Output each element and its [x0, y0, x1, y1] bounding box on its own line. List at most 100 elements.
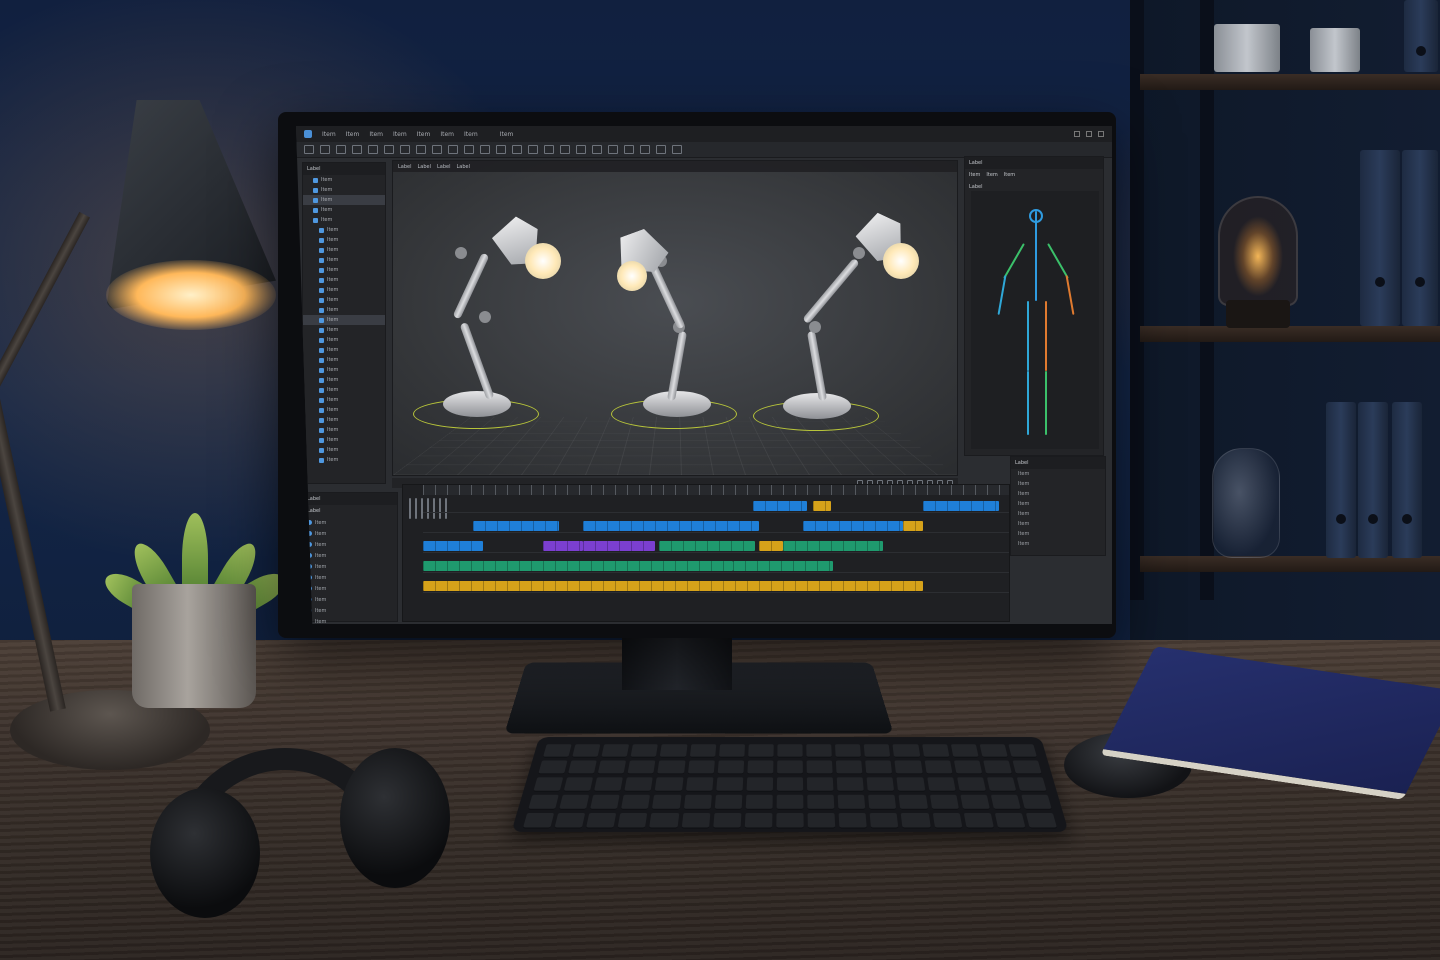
forearm-bone[interactable] — [998, 275, 1007, 315]
outliner-item[interactable]: Item — [303, 385, 385, 395]
outliner-item[interactable]: Item — [303, 415, 385, 425]
menu-item[interactable]: Item — [464, 131, 478, 138]
menu-item[interactable]: Item — [500, 131, 514, 138]
outliner-item[interactable]: Item — [303, 395, 385, 405]
toolbar-tool-icon[interactable] — [336, 145, 346, 154]
rig-tool[interactable]: Item — [1004, 172, 1015, 178]
layer-row[interactable]: Item — [303, 605, 397, 616]
skeleton-view[interactable] — [971, 191, 1099, 449]
timeline-track[interactable] — [423, 579, 1009, 593]
keyframe-clip[interactable] — [903, 521, 923, 531]
lamp-model[interactable] — [603, 221, 763, 451]
viewport-menu[interactable]: Label — [457, 164, 471, 170]
toolbar-tool-icon[interactable] — [416, 145, 426, 154]
menu-item[interactable]: Item — [346, 131, 360, 138]
maximize-button[interactable] — [1086, 131, 1092, 137]
keyframe-clip[interactable] — [659, 541, 755, 551]
toolbar-tool-icon[interactable] — [496, 145, 506, 154]
outliner-item[interactable]: Item — [303, 255, 385, 265]
toolbar-tool-icon[interactable] — [368, 145, 378, 154]
outliner-item[interactable]: Item — [303, 335, 385, 345]
shin-bone[interactable] — [1027, 371, 1029, 435]
spine-bone[interactable] — [1035, 211, 1037, 301]
viewport-menu[interactable]: Label — [398, 164, 412, 170]
outliner-item[interactable]: Item — [303, 285, 385, 295]
property-row[interactable]: Item — [1011, 509, 1105, 519]
toolbar-tool-icon[interactable] — [592, 145, 602, 154]
keyframe-clip[interactable] — [423, 561, 623, 571]
track-toggle-icon[interactable] — [415, 498, 417, 519]
keyframe-clip[interactable] — [473, 521, 559, 531]
toolbar-tool-icon[interactable] — [512, 145, 522, 154]
menu-item[interactable]: Item — [440, 131, 454, 138]
toolbar-tool-icon[interactable] — [448, 145, 458, 154]
keyframe-clip[interactable] — [803, 521, 903, 531]
outliner-item[interactable]: Item — [303, 175, 385, 185]
toolbar-tool-icon[interactable] — [576, 145, 586, 154]
timeline-track[interactable] — [423, 499, 1009, 513]
outliner-item[interactable]: Item — [303, 325, 385, 335]
menu-item[interactable]: Item — [393, 131, 407, 138]
outliner-item[interactable]: Item — [303, 195, 385, 205]
layer-row[interactable]: Item — [303, 528, 397, 539]
viewport-menu[interactable]: Label — [418, 164, 432, 170]
toolbar-tool-icon[interactable] — [432, 145, 442, 154]
property-row[interactable]: Item — [1011, 519, 1105, 529]
layer-row[interactable]: Item — [303, 539, 397, 550]
menu-item[interactable]: Item — [322, 131, 336, 138]
animation-timeline[interactable] — [402, 484, 1010, 622]
toolbar-tool-icon[interactable] — [464, 145, 474, 154]
toolbar-tool-icon[interactable] — [608, 145, 618, 154]
keyframe-clip[interactable] — [423, 541, 483, 551]
layer-row[interactable]: Item — [303, 550, 397, 561]
viewport-menu[interactable]: Label — [437, 164, 451, 170]
layer-row[interactable]: Item — [303, 572, 397, 583]
keyframe-clip[interactable] — [759, 541, 783, 551]
timeline-ruler[interactable] — [423, 485, 1009, 495]
lamp-model[interactable] — [753, 211, 923, 451]
shin-bone[interactable] — [1045, 371, 1047, 435]
track-toggle-icon[interactable] — [409, 498, 411, 519]
outliner-item[interactable]: Item — [303, 435, 385, 445]
outliner-item[interactable]: Item — [303, 405, 385, 415]
outliner-item[interactable]: Item — [303, 315, 385, 325]
outliner-item[interactable]: Item — [303, 425, 385, 435]
outliner-item[interactable]: Item — [303, 225, 385, 235]
toolbar-tool-icon[interactable] — [624, 145, 634, 154]
property-row[interactable]: Item — [1011, 529, 1105, 539]
keyframe-clip[interactable] — [783, 541, 883, 551]
outliner-item[interactable]: Item — [303, 305, 385, 315]
outliner-item[interactable]: Item — [303, 345, 385, 355]
leg-bone[interactable] — [1045, 301, 1047, 371]
layer-row[interactable]: Item — [303, 616, 397, 624]
toolbar-tool-icon[interactable] — [656, 145, 666, 154]
toolbar-tool-icon[interactable] — [304, 145, 314, 154]
menu-item[interactable]: Item — [369, 131, 383, 138]
keyframe-clip[interactable] — [733, 561, 833, 571]
timeline-track[interactable] — [423, 539, 1009, 553]
toolbar-tool-icon[interactable] — [528, 145, 538, 154]
keyframe-clip[interactable] — [583, 541, 655, 551]
3d-viewport[interactable]: Label Label Label Label — [392, 160, 958, 476]
rig-tool[interactable]: Item — [986, 172, 997, 178]
toolbar-tool-icon[interactable] — [384, 145, 394, 154]
property-row[interactable]: Item — [1011, 499, 1105, 509]
keyframe-clip[interactable] — [423, 581, 923, 591]
keyframe-clip[interactable] — [583, 521, 759, 531]
layer-row[interactable]: Item — [303, 583, 397, 594]
keyframe-clip[interactable] — [753, 501, 807, 511]
outliner-item[interactable]: Item — [303, 445, 385, 455]
toolbar-tool-icon[interactable] — [400, 145, 410, 154]
property-row[interactable]: Item — [1011, 469, 1105, 479]
layer-row[interactable]: Item — [303, 594, 397, 605]
close-button[interactable] — [1098, 131, 1104, 137]
outliner-item[interactable]: Item — [303, 205, 385, 215]
layer-row[interactable]: Item — [303, 561, 397, 572]
timeline-track[interactable] — [423, 559, 1009, 573]
outliner-item[interactable]: Item — [303, 265, 385, 275]
outliner-item[interactable]: Item — [303, 215, 385, 225]
keyframe-clip[interactable] — [923, 501, 999, 511]
outliner-item[interactable]: Item — [303, 245, 385, 255]
toolbar-tool-icon[interactable] — [560, 145, 570, 154]
toolbar-tool-icon[interactable] — [640, 145, 650, 154]
